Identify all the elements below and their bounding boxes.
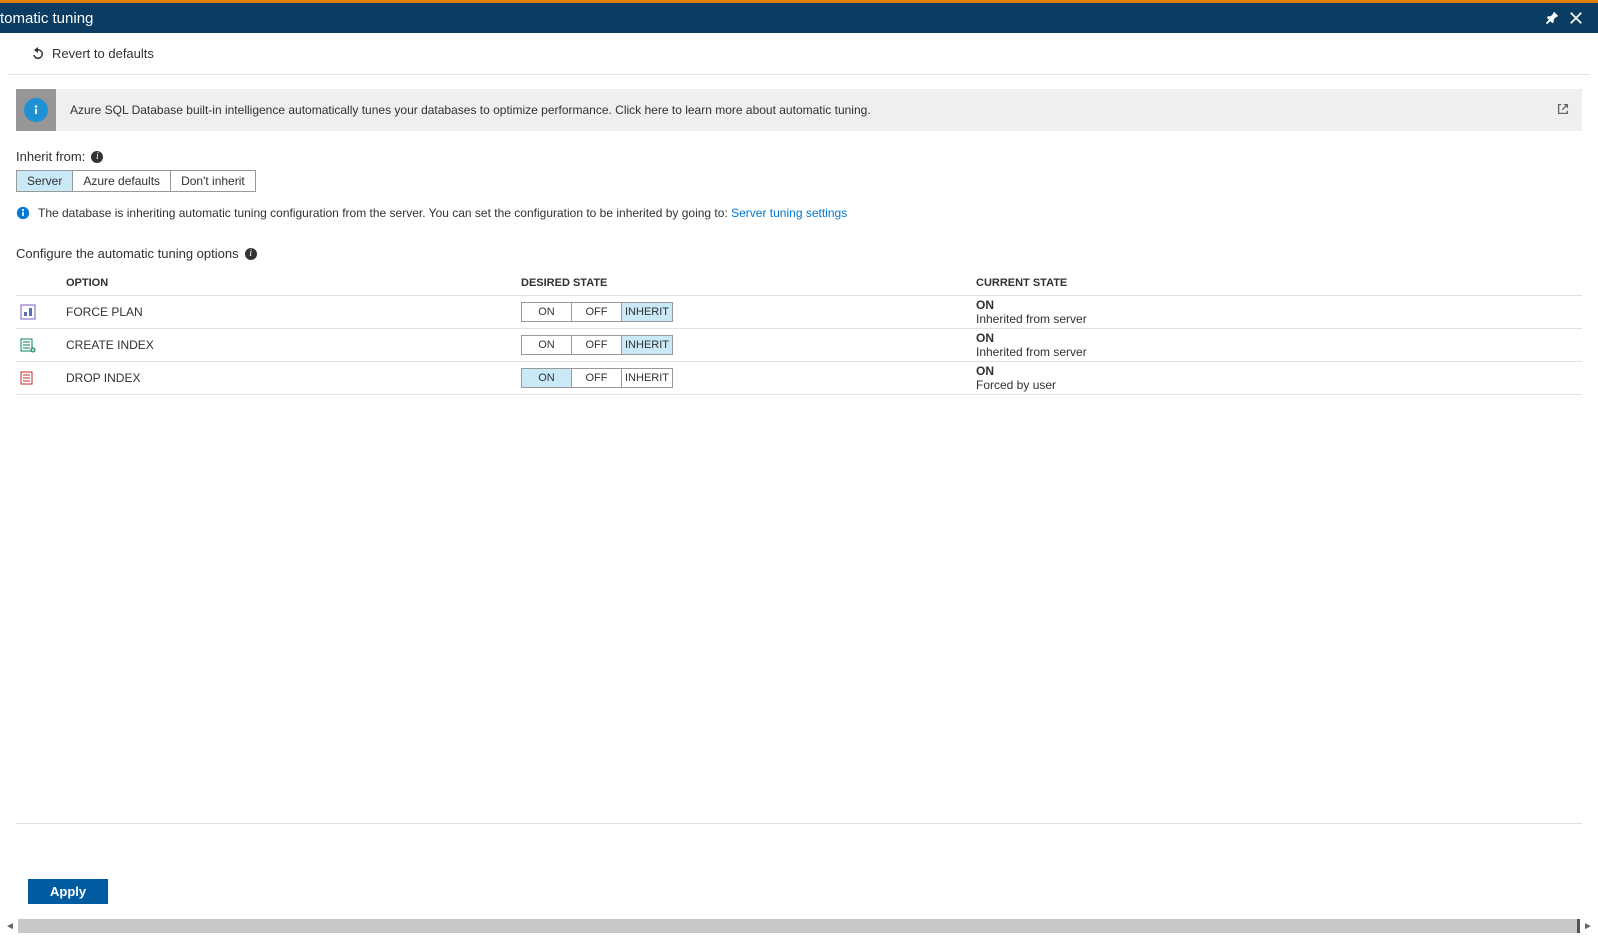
inherit-from-label-row: Inherit from: i	[16, 149, 1582, 164]
info-small-icon	[16, 206, 30, 220]
state-on-button[interactable]: ON	[522, 303, 572, 321]
inherit-from-segmented: ServerAzure defaultsDon't inherit	[16, 170, 256, 192]
inherit-option-don-t-inherit[interactable]: Don't inherit	[171, 171, 255, 191]
state-off-button[interactable]: OFF	[572, 369, 622, 387]
undo-icon	[30, 46, 46, 62]
info-icon	[24, 98, 48, 122]
desired-state-control: ONOFFINHERIT	[521, 335, 976, 355]
toolbar: Revert to defaults	[8, 33, 1590, 75]
state-off-button[interactable]: OFF	[572, 336, 622, 354]
desired-state-control: ONOFFINHERIT	[521, 368, 976, 388]
current-state-cell: ONInherited from server	[976, 298, 1582, 326]
current-state-detail: Forced by user	[976, 378, 1582, 392]
info-banner-text: Azure SQL Database built-in intelligence…	[56, 103, 1556, 117]
scroll-right-icon[interactable]: ►	[1580, 918, 1596, 934]
help-icon[interactable]: i	[245, 248, 257, 260]
inherit-option-azure-defaults[interactable]: Azure defaults	[73, 171, 171, 191]
column-header-current: CURRENT STATE	[976, 277, 1582, 289]
options-table: OPTION DESIRED STATE CURRENT STATE FORCE…	[16, 271, 1582, 395]
state-on-button[interactable]: ON	[522, 336, 572, 354]
option-name: FORCE PLAN	[66, 305, 521, 319]
state-inherit-button[interactable]: INHERIT	[622, 336, 672, 354]
current-state-cell: ONForced by user	[976, 364, 1582, 392]
option-name: CREATE INDEX	[66, 338, 521, 352]
state-inherit-button[interactable]: INHERIT	[622, 369, 672, 387]
option-name: DROP INDEX	[66, 371, 521, 385]
revert-defaults-label: Revert to defaults	[52, 46, 154, 61]
inherit-note-text: The database is inheriting automatic tun…	[38, 206, 728, 220]
current-state-value: ON	[976, 298, 1582, 312]
drop-index-icon	[16, 370, 66, 386]
apply-button[interactable]: Apply	[28, 879, 108, 904]
state-inherit-button[interactable]: INHERIT	[622, 303, 672, 321]
current-state-cell: ONInherited from server	[976, 331, 1582, 359]
horizontal-scrollbar[interactable]: ◄ ►	[2, 918, 1596, 934]
current-state-detail: Inherited from server	[976, 312, 1582, 326]
info-banner[interactable]: Azure SQL Database built-in intelligence…	[16, 89, 1582, 131]
inherit-from-label: Inherit from:	[16, 149, 85, 164]
external-link-icon[interactable]	[1556, 102, 1570, 119]
force-plan-icon	[16, 304, 66, 320]
scroll-left-icon[interactable]: ◄	[2, 918, 18, 934]
column-header-option: OPTION	[66, 277, 521, 289]
option-row: CREATE INDEXONOFFINHERITONInherited from…	[16, 328, 1582, 361]
options-table-header: OPTION DESIRED STATE CURRENT STATE	[16, 271, 1582, 295]
content-area: Azure SQL Database built-in intelligence…	[0, 75, 1598, 395]
help-icon[interactable]: i	[91, 151, 103, 163]
server-tuning-settings-link[interactable]: Server tuning settings	[731, 206, 847, 220]
footer-separator	[16, 823, 1582, 824]
current-state-value: ON	[976, 364, 1582, 378]
option-row: DROP INDEXONOFFINHERITONForced by user	[16, 361, 1582, 395]
pin-icon[interactable]	[1540, 6, 1564, 30]
inherit-option-server[interactable]: Server	[17, 171, 73, 191]
inherit-note: The database is inheriting automatic tun…	[16, 206, 1582, 220]
desired-state-control: ONOFFINHERIT	[521, 302, 976, 322]
revert-defaults-button[interactable]: Revert to defaults	[24, 42, 160, 66]
state-on-button[interactable]: ON	[522, 369, 572, 387]
configure-options-label-row: Configure the automatic tuning options i	[16, 246, 1582, 261]
blade-header: tomatic tuning	[0, 3, 1598, 33]
info-icon-box	[16, 89, 56, 131]
create-index-icon	[16, 337, 66, 353]
state-off-button[interactable]: OFF	[572, 303, 622, 321]
current-state-value: ON	[976, 331, 1582, 345]
option-row: FORCE PLANONOFFINHERITONInherited from s…	[16, 295, 1582, 328]
column-header-desired: DESIRED STATE	[521, 277, 976, 289]
scrollbar-track[interactable]	[18, 919, 1580, 933]
current-state-detail: Inherited from server	[976, 345, 1582, 359]
blade-title: tomatic tuning	[0, 10, 93, 27]
close-icon[interactable]	[1564, 6, 1588, 30]
configure-options-label: Configure the automatic tuning options	[16, 246, 239, 261]
